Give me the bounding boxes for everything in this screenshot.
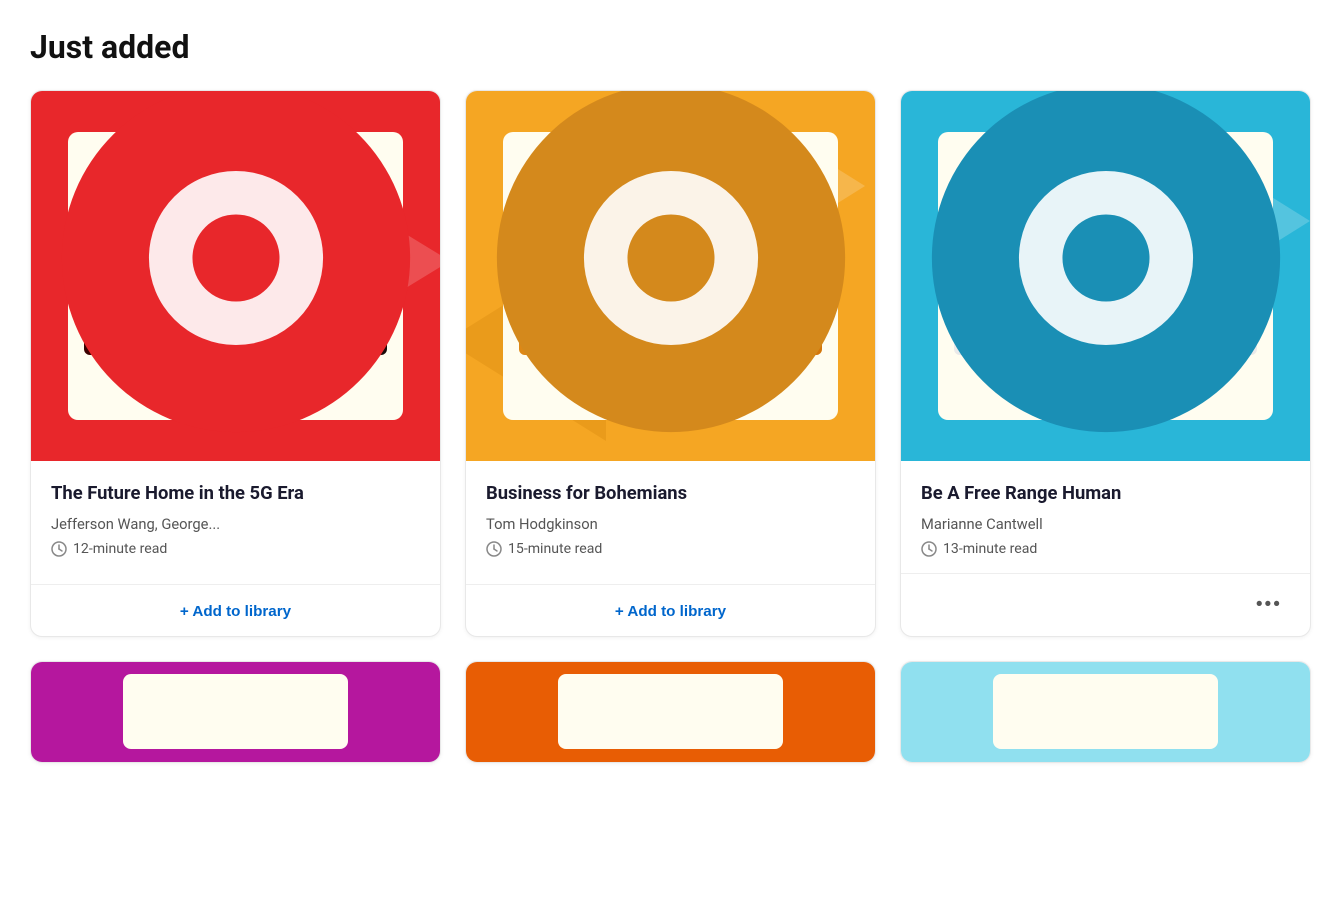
card-logo-3 xyxy=(901,91,1310,443)
card-logo-1 xyxy=(31,91,440,443)
card-footer-3: ••• xyxy=(901,574,1310,636)
bottom-card-2 xyxy=(465,661,876,763)
bottom-cover-2 xyxy=(466,662,875,762)
book-title-2: Business for Bohemians xyxy=(486,481,855,507)
book-title-3: Be A Free Range Human xyxy=(921,481,1290,507)
book-author-1: Jefferson Wang, George... xyxy=(51,515,420,533)
bottom-cards-grid xyxy=(30,661,1311,763)
read-time-label-3: 13-minute read xyxy=(943,541,1037,557)
add-to-library-button-1[interactable]: + Add to library xyxy=(180,603,291,620)
card-logo-2 xyxy=(466,91,875,443)
bottom-cover-3 xyxy=(901,662,1310,762)
bottom-cover-inner-2 xyxy=(558,674,783,749)
card-cover-2: Business for Bohemians xyxy=(466,91,875,461)
card-body-3: Be A Free Range Human Marianne Cantwell … xyxy=(901,461,1310,573)
read-time-1: 12-minute read xyxy=(51,541,420,557)
book-title-1: The Future Home in the 5G Era xyxy=(51,481,420,507)
clock-icon-3 xyxy=(921,541,937,557)
read-time-label-1: 12-minute read xyxy=(73,541,167,557)
read-time-label-2: 15-minute read xyxy=(508,541,602,557)
bottom-card-1 xyxy=(30,661,441,763)
card-cover-3: Be a Free Range Human xyxy=(901,91,1310,461)
bottom-cover-inner-1 xyxy=(123,674,348,749)
clock-icon-2 xyxy=(486,541,502,557)
read-time-2: 15-minute read xyxy=(486,541,855,557)
book-author-3: Marianne Cantwell xyxy=(921,515,1290,533)
bottom-card-3 xyxy=(900,661,1311,763)
book-card-3: Be a Free Range Human Be A Free Range Hu… xyxy=(900,90,1311,637)
book-card-1: The Future Home in the 5G Era The Future… xyxy=(30,90,441,637)
card-footer-2: + Add to library xyxy=(466,585,875,636)
card-footer-1: + Add to library xyxy=(31,585,440,636)
cards-grid: The Future Home in the 5G Era The Future… xyxy=(30,90,1311,637)
card-body-2: Business for Bohemians Tom Hodgkinson 15… xyxy=(466,461,875,584)
book-author-2: Tom Hodgkinson xyxy=(486,515,855,533)
read-time-3: 13-minute read xyxy=(921,541,1290,557)
bottom-cover-1 xyxy=(31,662,440,762)
more-options-button-3[interactable]: ••• xyxy=(1248,590,1290,620)
card-body-1: The Future Home in the 5G Era Jefferson … xyxy=(31,461,440,584)
card-cover-1: The Future Home in the 5G Era xyxy=(31,91,440,461)
book-card-2: Business for Bohemians xyxy=(465,90,876,637)
add-to-library-button-2[interactable]: + Add to library xyxy=(615,603,726,620)
section-title: Just added xyxy=(30,28,1311,66)
bottom-cover-inner-3 xyxy=(993,674,1218,749)
clock-icon-1 xyxy=(51,541,67,557)
